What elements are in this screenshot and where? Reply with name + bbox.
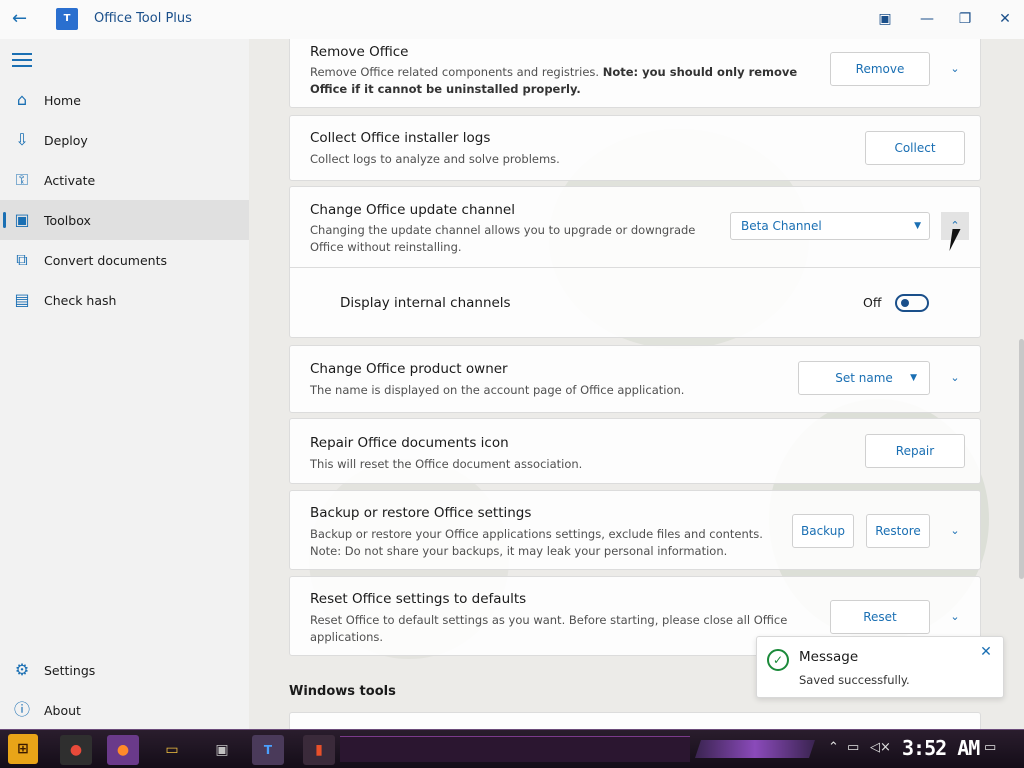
- update-channel-select[interactable]: Beta Channel ▼: [730, 212, 930, 240]
- file-explorer-icon[interactable]: ▭: [156, 735, 188, 765]
- taskbar-decoration: [695, 740, 815, 758]
- card-title: Reset Office settings to defaults: [310, 591, 527, 607]
- repair-button[interactable]: Repair: [865, 434, 965, 468]
- card-description: Changing the update channel allows you t…: [310, 223, 696, 254]
- toast-message: Saved successfully.: [799, 673, 910, 687]
- chevron-down-icon: ▼: [910, 373, 917, 383]
- card-title: Change Office product owner: [310, 361, 508, 377]
- home-icon: ⌂: [16, 90, 28, 109]
- card-remove-office: Remove Office Remove Office related comp…: [289, 39, 981, 108]
- card-title: Repair Office documents icon: [310, 435, 509, 451]
- hash-icon: ▤: [14, 290, 30, 309]
- card-backup-restore: Backup or restore Office settings Backup…: [289, 490, 981, 570]
- toast-title: Message: [799, 649, 859, 665]
- toggle-state-label: Off: [863, 295, 882, 310]
- sidebar-item-label: Check hash: [44, 292, 117, 308]
- taskbar: ⊞ ● ● ▭ ▣ T ▮ ⌃ ▭ ◁× 3:52 AM ▭: [0, 729, 1024, 768]
- check-circle-icon: ✓: [767, 649, 789, 671]
- notification-icon[interactable]: ▭: [984, 740, 996, 755]
- terminal-icon[interactable]: ▣: [872, 8, 898, 30]
- chevron-down-icon[interactable]: ⌄: [941, 55, 969, 83]
- main-content: Remove Office Remove Office related comp…: [249, 39, 1024, 729]
- app-title: Office Tool Plus: [94, 11, 192, 26]
- card-repair-icon: Repair Office documents icon This will r…: [289, 418, 981, 484]
- card-product-owner: Change Office product owner The name is …: [289, 345, 981, 413]
- card-description: Backup or restore your Office applicatio…: [310, 527, 763, 558]
- sidebar-item-label: About: [44, 702, 81, 718]
- office-icon[interactable]: ▮: [303, 735, 335, 765]
- minimize-button[interactable]: —: [914, 8, 940, 30]
- title-bar: ← T Office Tool Plus ▣ — ❐ ✕: [0, 0, 1024, 39]
- app-logo: T: [56, 8, 78, 30]
- button-label: Set name: [835, 371, 893, 385]
- chrome-icon[interactable]: ●: [60, 735, 92, 765]
- card-description: Collect logs to analyze and solve proble…: [310, 152, 560, 166]
- card-description: The name is displayed on the account pag…: [310, 383, 685, 397]
- key-icon: ⚿: [15, 170, 29, 189]
- remove-button[interactable]: Remove: [830, 52, 930, 86]
- card-description: Remove Office related components and reg…: [310, 64, 820, 98]
- sidebar-item-toolbox[interactable]: Toolbox: [0, 200, 249, 240]
- volume-muted-icon[interactable]: ◁×: [870, 740, 891, 755]
- deploy-icon: ⇩: [15, 130, 29, 149]
- backup-button[interactable]: Backup: [792, 514, 854, 548]
- convert-icon: ⧉: [16, 250, 28, 269]
- sidebar-item-label: Home: [44, 92, 81, 108]
- close-button[interactable]: ✕: [992, 8, 1018, 30]
- chevron-down-icon[interactable]: ⌄: [941, 603, 969, 631]
- sidebar-item-label: Deploy: [44, 132, 88, 148]
- info-icon: ⓘ: [13, 700, 30, 719]
- network-icon[interactable]: ▭: [847, 740, 859, 755]
- card-description: Reset Office to default settings as you …: [310, 613, 788, 644]
- toolbox-icon: ▣: [14, 210, 30, 229]
- card-title: Backup or restore Office settings: [310, 505, 532, 521]
- sidebar-item-check-hash[interactable]: ▤ Check hash: [0, 280, 249, 320]
- scrollbar[interactable]: [1019, 339, 1024, 579]
- card-update-channel: Change Office update channel Changing th…: [289, 186, 981, 338]
- terminal-app-icon[interactable]: ▣: [206, 735, 238, 765]
- chevron-down-icon[interactable]: ⌄: [941, 517, 969, 545]
- taskbar-clock[interactable]: 3:52 AM: [902, 736, 980, 760]
- back-arrow-icon[interactable]: ←: [12, 9, 32, 29]
- tray-chevron-icon[interactable]: ⌃: [828, 740, 839, 755]
- hamburger-menu-icon[interactable]: [12, 53, 32, 69]
- display-internal-channels-toggle[interactable]: [895, 294, 929, 312]
- sidebar-item-label: Toolbox: [44, 212, 91, 228]
- sidebar-item-settings[interactable]: ⚙ Settings: [0, 650, 249, 690]
- sidebar-item-convert-documents[interactable]: ⧉ Convert documents: [0, 240, 249, 280]
- sidebar-item-label: Settings: [44, 662, 96, 678]
- sidebar-item-activate[interactable]: ⚿ Activate: [0, 160, 249, 200]
- collect-button[interactable]: Collect: [865, 131, 965, 165]
- start-button[interactable]: ⊞: [8, 734, 38, 764]
- firefox-icon[interactable]: ●: [107, 735, 139, 765]
- sidebar-item-about[interactable]: ⓘ About: [0, 690, 249, 730]
- sidebar-item-label: Activate: [44, 172, 96, 188]
- maximize-button[interactable]: ❐: [952, 8, 978, 30]
- card-title: Collect Office installer logs: [310, 130, 491, 146]
- gear-icon: ⚙: [14, 660, 30, 679]
- chevron-down-icon[interactable]: ⌄: [941, 364, 969, 392]
- sidebar-item-deploy[interactable]: ⇩ Deploy: [0, 120, 249, 160]
- select-value: Beta Channel: [741, 219, 822, 233]
- reset-button[interactable]: Reset: [830, 600, 930, 634]
- card-description-text: Remove Office related components and reg…: [310, 65, 603, 79]
- sidebar: ⌂ Home ⇩ Deploy ⚿ Activate Toolbox ⧉ Con…: [0, 39, 249, 729]
- card-collect-logs: Collect Office installer logs Collect lo…: [289, 115, 981, 181]
- close-icon[interactable]: ✕: [977, 643, 995, 661]
- card-title: Remove Office: [310, 44, 409, 60]
- restore-button[interactable]: Restore: [866, 514, 930, 548]
- divider: [290, 267, 980, 268]
- card-description: This will reset the Office document asso…: [310, 457, 583, 471]
- card-title: Change Office update channel: [310, 202, 515, 218]
- taskbar-strip: [340, 736, 690, 762]
- section-title-windows-tools: Windows tools: [289, 684, 396, 699]
- display-internal-channels-label: Display internal channels: [340, 295, 511, 311]
- sidebar-item-label: Convert documents: [44, 252, 167, 268]
- office-tool-plus-taskbar-icon[interactable]: T: [252, 735, 284, 765]
- card-windows-tools: [289, 712, 981, 729]
- toast-notification: ✓ Message Saved successfully. ✕: [756, 636, 1004, 698]
- set-name-button[interactable]: Set name ▼: [798, 361, 930, 395]
- chevron-down-icon: ▼: [914, 221, 921, 231]
- sidebar-item-home[interactable]: ⌂ Home: [0, 80, 249, 120]
